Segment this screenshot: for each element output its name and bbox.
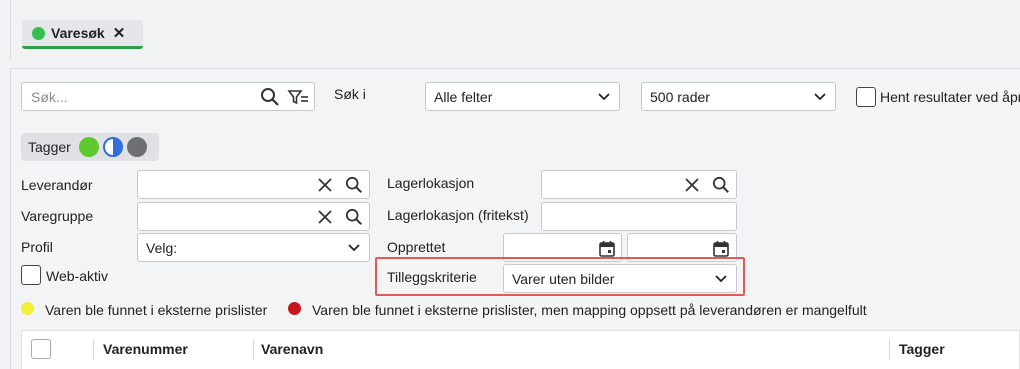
created-label: Opprettet [387, 239, 446, 255]
web-active-label: Web-aktiv [46, 268, 108, 284]
select-all-checkbox[interactable] [31, 339, 51, 359]
column-header-varenavn[interactable]: Varenavn [261, 341, 323, 357]
extra-criteria-select[interactable]: Varer uten bilder [503, 264, 737, 293]
supplier-input[interactable] [137, 170, 370, 199]
red-dot-icon [288, 302, 301, 315]
filter-clear-icon[interactable] [287, 87, 309, 107]
warehouse-label: Lagerlokasjon [387, 175, 475, 191]
warehouse-free-label: Lagerlokasjon (fritekst) [387, 207, 529, 223]
chevron-down-icon [714, 274, 728, 284]
profile-select[interactable]: Velg: [137, 233, 370, 262]
profile-value: Velg: [146, 239, 178, 256]
search-icon[interactable] [344, 175, 364, 195]
legend-found-label: Varen ble funnet i eksterne prislister [45, 302, 268, 318]
tab-label: Varesøk [51, 25, 105, 41]
search-icon[interactable] [259, 86, 281, 108]
tag-filter-label: Tagger [28, 139, 71, 155]
results-table-header: Varenummer Varenavn Tagger [21, 330, 1020, 369]
tab-varesok[interactable]: Varesøk ✕ [22, 20, 143, 49]
gray-tag-icon[interactable] [126, 137, 147, 157]
clear-icon[interactable] [683, 175, 701, 195]
search-icon[interactable] [711, 175, 731, 195]
column-header-varenummer[interactable]: Varenummer [103, 341, 188, 357]
tab-bar [10, 0, 1020, 60]
fetch-on-open-checkbox[interactable] [856, 87, 876, 107]
search-field-select[interactable]: Alle felter [425, 82, 620, 111]
chevron-down-icon [597, 92, 611, 102]
web-active-checkbox[interactable] [21, 265, 41, 285]
supplier-label: Leverandør [21, 177, 93, 193]
calendar-icon[interactable] [712, 238, 730, 258]
search-in-label: Søk i [334, 86, 366, 102]
tag-filter: Tagger [21, 133, 159, 161]
rows-value: 500 rader [650, 88, 710, 105]
status-dot-icon [32, 26, 45, 40]
search-input[interactable]: Søk... [21, 82, 315, 111]
product-group-input[interactable] [137, 202, 370, 231]
clear-icon[interactable] [316, 175, 334, 195]
legend-mapping-label: Varen ble funnet i eksterne prislister, … [312, 302, 867, 318]
yellow-dot-icon [21, 302, 34, 315]
green-tag-icon[interactable] [78, 137, 99, 157]
profile-label: Profil [21, 239, 53, 255]
warehouse-free-input[interactable] [541, 202, 737, 231]
fetch-on-open-label: Hent resultater ved åpn [880, 89, 1020, 105]
calendar-icon[interactable] [598, 238, 616, 258]
column-divider [253, 339, 254, 359]
chevron-down-icon [813, 92, 827, 102]
column-divider [93, 339, 94, 359]
column-header-tagger[interactable]: Tagger [899, 341, 945, 357]
search-icon[interactable] [344, 207, 364, 227]
half-blue-tag-icon[interactable] [102, 137, 123, 157]
close-icon[interactable]: ✕ [113, 26, 126, 41]
extra-criteria-label: Tilleggskriterie [387, 269, 477, 285]
chevron-down-icon [347, 243, 361, 253]
extra-criteria-value: Varer uten bilder [512, 270, 615, 287]
warehouse-input[interactable] [541, 170, 737, 199]
clear-icon[interactable] [316, 207, 334, 227]
rows-select[interactable]: 500 rader [641, 82, 836, 111]
search-field-value: Alle felter [434, 88, 493, 105]
product-group-label: Varegruppe [21, 208, 94, 224]
search-placeholder: Søk... [31, 89, 68, 105]
column-divider [889, 339, 890, 359]
